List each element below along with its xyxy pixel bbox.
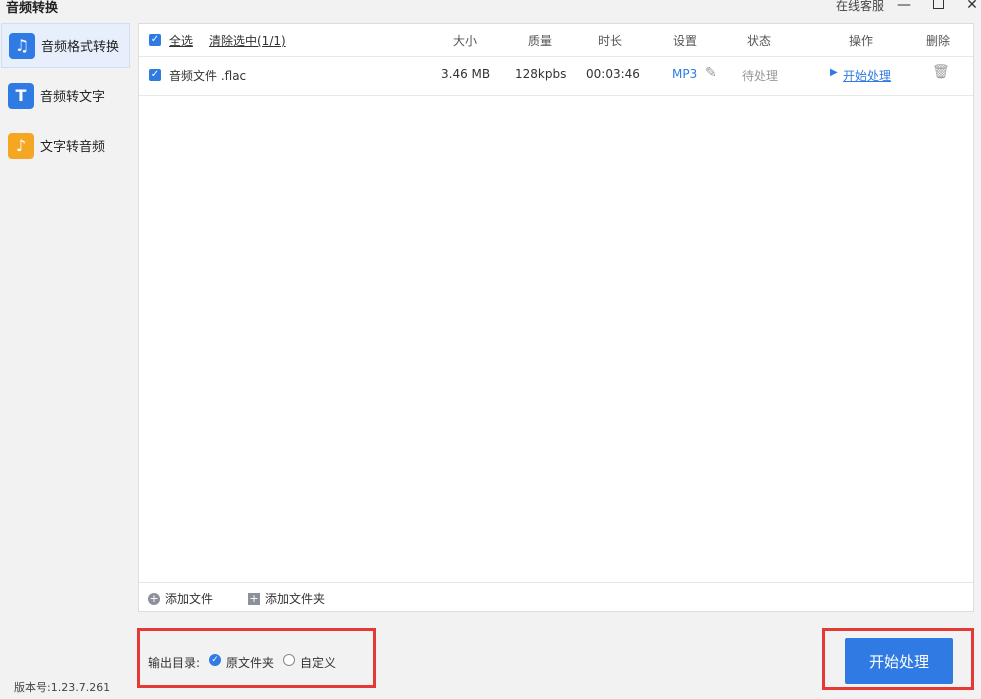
music-convert-icon: ♫ xyxy=(9,32,35,59)
sidebar-item-label: 文字转音频 xyxy=(40,140,106,155)
header-duration: 时长 xyxy=(598,34,623,48)
file-list-panel: ✓ 全选 清除选中(1/1) 大小 质量 时长 设置 状态 操作 删除 ✓ 音频… xyxy=(138,23,974,612)
version-label: 版本号:1.23.7.261 xyxy=(14,681,111,694)
radio-custom[interactable] xyxy=(283,654,295,666)
edit-settings-icon[interactable]: ✎ xyxy=(705,65,717,81)
radio-original-folder[interactable]: ✓ xyxy=(209,654,221,666)
radio-custom-label[interactable]: 自定义 xyxy=(300,654,336,671)
sidebar-item-label: 音频格式转换 xyxy=(41,40,120,55)
app-title: 音频转换 xyxy=(6,1,59,16)
online-service-link[interactable]: 在线客服 xyxy=(836,0,884,14)
sidebar-item-audio-to-text[interactable]: T 音频转文字 xyxy=(1,73,130,118)
output-format[interactable]: MP3 xyxy=(672,67,697,81)
start-process-button[interactable]: 开始处理 xyxy=(845,638,953,684)
table-header: ✓ 全选 清除选中(1/1) 大小 质量 时长 设置 状态 操作 删除 xyxy=(139,24,973,57)
header-quality: 质量 xyxy=(528,34,553,48)
file-duration: 00:03:46 xyxy=(586,67,640,81)
play-icon: ▶ xyxy=(830,67,838,78)
minimize-button[interactable]: — xyxy=(894,0,914,14)
header-status: 状态 xyxy=(747,34,772,48)
row-checkbox[interactable]: ✓ xyxy=(149,69,161,81)
radio-original-folder-label[interactable]: 原文件夹 xyxy=(226,654,274,671)
sidebar: ♫ 音频格式转换 T 音频转文字 ♪ 文字转音频 xyxy=(0,22,131,699)
header-size: 大小 xyxy=(453,34,478,48)
select-all-checkbox[interactable]: ✓ xyxy=(149,34,161,46)
header-settings: 设置 xyxy=(673,34,698,48)
file-size: 3.46 MB xyxy=(441,67,491,81)
title-bar: 音频转换 在线客服 — ✕ xyxy=(0,0,981,16)
sidebar-item-label: 音频转文字 xyxy=(40,90,106,105)
clear-selected-link[interactable]: 清除选中(1/1) xyxy=(209,32,286,49)
select-all-link[interactable]: 全选 xyxy=(169,32,193,49)
file-name: 音频文件 .flac xyxy=(169,69,247,83)
table-row[interactable]: ✓ 音频文件 .flac 3.46 MB 128kpbs 00:03:46 MP… xyxy=(139,57,973,96)
output-directory-group: 输出目录: ✓ 原文件夹 自定义 xyxy=(137,628,376,688)
file-status: 待处理 xyxy=(742,69,779,83)
header-delete: 删除 xyxy=(926,34,951,48)
maximize-button[interactable] xyxy=(928,0,948,14)
header-action: 操作 xyxy=(849,34,874,48)
output-directory-label: 输出目录: xyxy=(148,656,201,670)
maximize-icon xyxy=(932,0,944,9)
add-file-label: 添加文件 xyxy=(165,592,214,606)
sidebar-item-text-to-audio[interactable]: ♪ 文字转音频 xyxy=(1,123,130,168)
file-quality: 128kpbs xyxy=(515,67,567,81)
close-button[interactable]: ✕ xyxy=(962,0,981,14)
add-folder-button[interactable]: + 添加文件夹 xyxy=(248,590,325,607)
row-start-process-link[interactable]: 开始处理 xyxy=(843,67,891,84)
sidebar-item-audio-format-convert[interactable]: ♫ 音频格式转换 xyxy=(1,23,130,68)
start-button-highlight: 开始处理 xyxy=(822,628,974,690)
file-actions-bar: + 添加文件 + 添加文件夹 xyxy=(139,582,973,613)
add-folder-label: 添加文件夹 xyxy=(265,592,326,606)
plus-circle-icon: + xyxy=(148,591,160,605)
folder-plus-icon: + xyxy=(248,591,260,605)
text-t-icon: T xyxy=(8,82,34,109)
add-file-button[interactable]: + 添加文件 xyxy=(148,590,213,607)
text-to-audio-icon: ♪ xyxy=(8,132,34,159)
delete-icon[interactable]: 🗑 xyxy=(932,64,950,80)
